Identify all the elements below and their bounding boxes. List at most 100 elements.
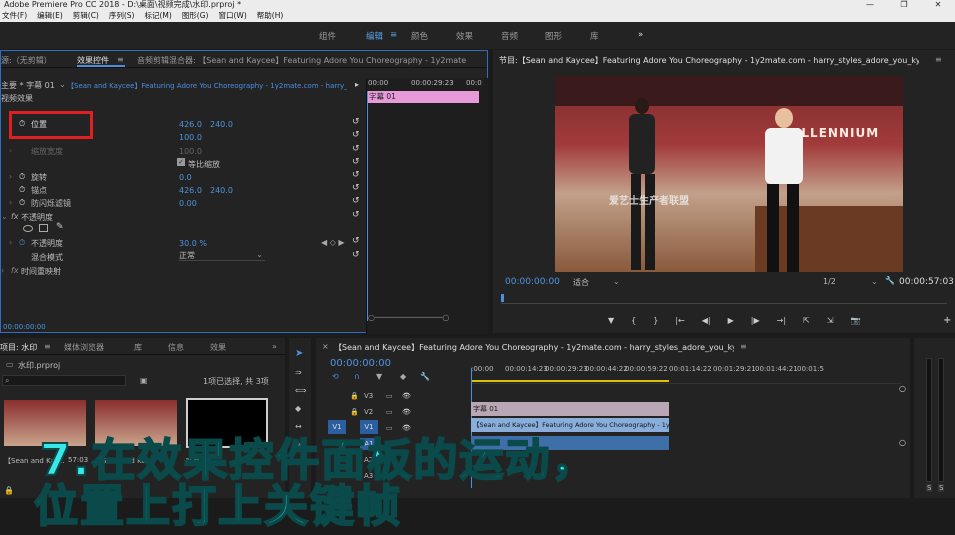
workspace-graphics[interactable]: 图形	[545, 30, 562, 42]
razor-tool-icon[interactable]: ◆	[295, 404, 301, 413]
panel-menu-icon[interactable]: ≡	[935, 55, 942, 64]
tab-source[interactable]: 源:（无剪辑）	[1, 55, 52, 66]
keyframe-nav-icon[interactable]: ◀ ◇ ▶	[321, 238, 345, 247]
workspace-libraries[interactable]: 库	[590, 30, 599, 42]
panel-menu-icon[interactable]: ≡	[44, 342, 51, 351]
reset-icon[interactable]: ↺	[352, 183, 360, 193]
tab-info[interactable]: 信息	[168, 342, 184, 353]
marker-icon[interactable]: ◆	[400, 372, 406, 381]
program-timecode-current[interactable]: 00:00:00:00	[505, 277, 560, 287]
go-to-out-button[interactable]: →|	[777, 316, 786, 325]
maximize-button[interactable]: ❐	[887, 0, 921, 10]
workspace-more-icon[interactable]: »	[638, 30, 643, 40]
tab-libraries[interactable]: 库	[134, 342, 142, 353]
stopwatch-icon[interactable]: ⏱	[19, 185, 25, 195]
sync-icon[interactable]: ▭	[386, 424, 393, 432]
track-label-v3[interactable]: V3	[364, 392, 373, 400]
clip-selector[interactable]: 主要 * 字幕 01	[1, 80, 55, 91]
reset-icon[interactable]: ↺	[352, 210, 360, 220]
mark-in-button[interactable]: {	[631, 316, 636, 325]
anchor-y-value[interactable]: 240.0	[210, 186, 233, 195]
clip-link[interactable]: 【Sean and Kaycee】Featuring Adore You Cho…	[67, 81, 347, 91]
close-button[interactable]: ✕	[921, 0, 955, 10]
ellipse-mask-icon[interactable]	[23, 225, 33, 232]
step-back-button[interactable]: ◀|	[702, 316, 711, 325]
tab-effects[interactable]: 效果	[210, 342, 226, 353]
solo-right-button[interactable]: S	[938, 484, 945, 492]
sync-icon[interactable]: ▭	[386, 408, 393, 416]
ripple-edit-tool-icon[interactable]: ⟺	[295, 386, 306, 395]
expand-arrow-icon[interactable]: ›	[9, 172, 12, 181]
add-marker-button[interactable]: ▼	[608, 316, 614, 325]
panel-menu-icon[interactable]: ≡	[117, 55, 124, 64]
blend-mode-select[interactable]: 正常 ⌄	[179, 250, 265, 261]
reset-icon[interactable]: ↺	[352, 144, 360, 154]
stopwatch-icon[interactable]: ⏱	[19, 172, 25, 182]
tab-media-browser[interactable]: 媒体浏览器	[64, 342, 104, 353]
add-marker-icon[interactable]: ▼	[376, 372, 382, 381]
play-mini-icon[interactable]: ▸	[355, 80, 359, 89]
menu-sequence[interactable]: 序列(S)	[109, 10, 135, 22]
mark-out-button[interactable]: }	[653, 316, 658, 325]
lock-icon[interactable]: 🔒	[4, 486, 14, 495]
minimize-button[interactable]: —	[853, 0, 887, 10]
workspace-editing[interactable]: 编辑	[366, 30, 383, 42]
fit-select[interactable]: 适合	[573, 277, 589, 288]
slip-tool-icon[interactable]: ↔	[295, 422, 302, 431]
opacity-value[interactable]: 30.0 %	[179, 239, 207, 248]
chevron-down-icon[interactable]: ⌄	[613, 277, 620, 286]
wrench-icon[interactable]: 🔧	[885, 276, 895, 285]
eye-icon[interactable]: 👁	[402, 408, 411, 416]
close-icon[interactable]: ×	[322, 342, 329, 351]
reset-icon[interactable]: ↺	[352, 250, 360, 260]
scrub-bar[interactable]	[501, 294, 947, 304]
menu-clip[interactable]: 剪辑(C)	[73, 10, 99, 22]
effect-controls-timecode[interactable]: 00:00:00:00	[3, 323, 46, 331]
stopwatch-icon[interactable]: ⏱	[19, 198, 25, 208]
chevron-down-icon[interactable]: ⌄	[59, 80, 66, 89]
pen-mask-icon[interactable]: ✎	[56, 222, 64, 232]
rectangle-mask-icon[interactable]	[39, 224, 48, 232]
chevron-down-icon[interactable]: ⌄	[871, 277, 878, 286]
video-frame[interactable]: MILLENNIUM 爱艺士生产者联盟	[555, 76, 903, 272]
expand-arrow-icon[interactable]: ›	[9, 146, 12, 155]
linked-selection-icon[interactable]: ∩	[354, 372, 360, 381]
eye-icon[interactable]: 👁	[402, 392, 411, 400]
mini-clip-bar[interactable]: 字幕 01	[367, 91, 479, 103]
rotation-value[interactable]: 0.0	[179, 173, 192, 182]
workspace-audio[interactable]: 音频	[501, 30, 518, 42]
extract-button[interactable]: ⇲	[827, 316, 834, 325]
menu-marker[interactable]: 标记(M)	[144, 10, 171, 22]
lift-button[interactable]: ⇱	[803, 316, 810, 325]
step-forward-button[interactable]: |▶	[751, 316, 760, 325]
workspace-assembly[interactable]: 组件	[319, 30, 336, 42]
mini-playhead[interactable]	[367, 91, 368, 321]
stopwatch-icon[interactable]: ⏱	[19, 119, 25, 129]
source-patch-v1[interactable]: V1	[328, 420, 346, 434]
reset-icon[interactable]: ↺	[352, 130, 360, 140]
reset-icon[interactable]: ↺	[352, 196, 360, 206]
track-label-v2[interactable]: V2	[364, 408, 373, 416]
workspace-effects[interactable]: 效果	[456, 30, 473, 42]
timeline-timecode[interactable]: 00:00:00:00	[330, 358, 391, 369]
menu-help[interactable]: 帮助(H)	[257, 10, 284, 22]
expand-arrow-icon[interactable]: ›	[9, 198, 12, 207]
track-select-tool-icon[interactable]: ⇒	[295, 368, 302, 377]
menu-file[interactable]: 文件(F)	[2, 10, 27, 22]
menu-edit[interactable]: 编辑(E)	[37, 10, 63, 22]
expand-arrow-icon[interactable]: ›	[9, 238, 12, 247]
stopwatch-icon[interactable]: ⏱	[19, 238, 25, 248]
scroll-handle-icon[interactable]: ○──────────────○	[368, 313, 449, 322]
sync-icon[interactable]: ▭	[386, 392, 393, 400]
reset-icon[interactable]: ↺	[352, 236, 360, 246]
menu-window[interactable]: 窗口(W)	[218, 10, 246, 22]
menu-graphics[interactable]: 图形(G)	[182, 10, 209, 22]
settings-wrench-icon[interactable]: 🔧	[420, 372, 430, 381]
clip-video-v1[interactable]: 【Sean and Kaycee】Featuring Adore You Cho…	[471, 418, 669, 432]
workspace-menu-icon[interactable]: ≡	[390, 30, 397, 40]
workspace-color[interactable]: 颜色	[411, 30, 428, 42]
panel-menu-icon[interactable]: ≡	[740, 342, 747, 351]
clip-title-v2[interactable]: 字幕 01	[471, 402, 669, 416]
collapse-arrow-icon[interactable]: ⌄	[1, 212, 8, 221]
play-button[interactable]: ▶	[728, 316, 734, 325]
